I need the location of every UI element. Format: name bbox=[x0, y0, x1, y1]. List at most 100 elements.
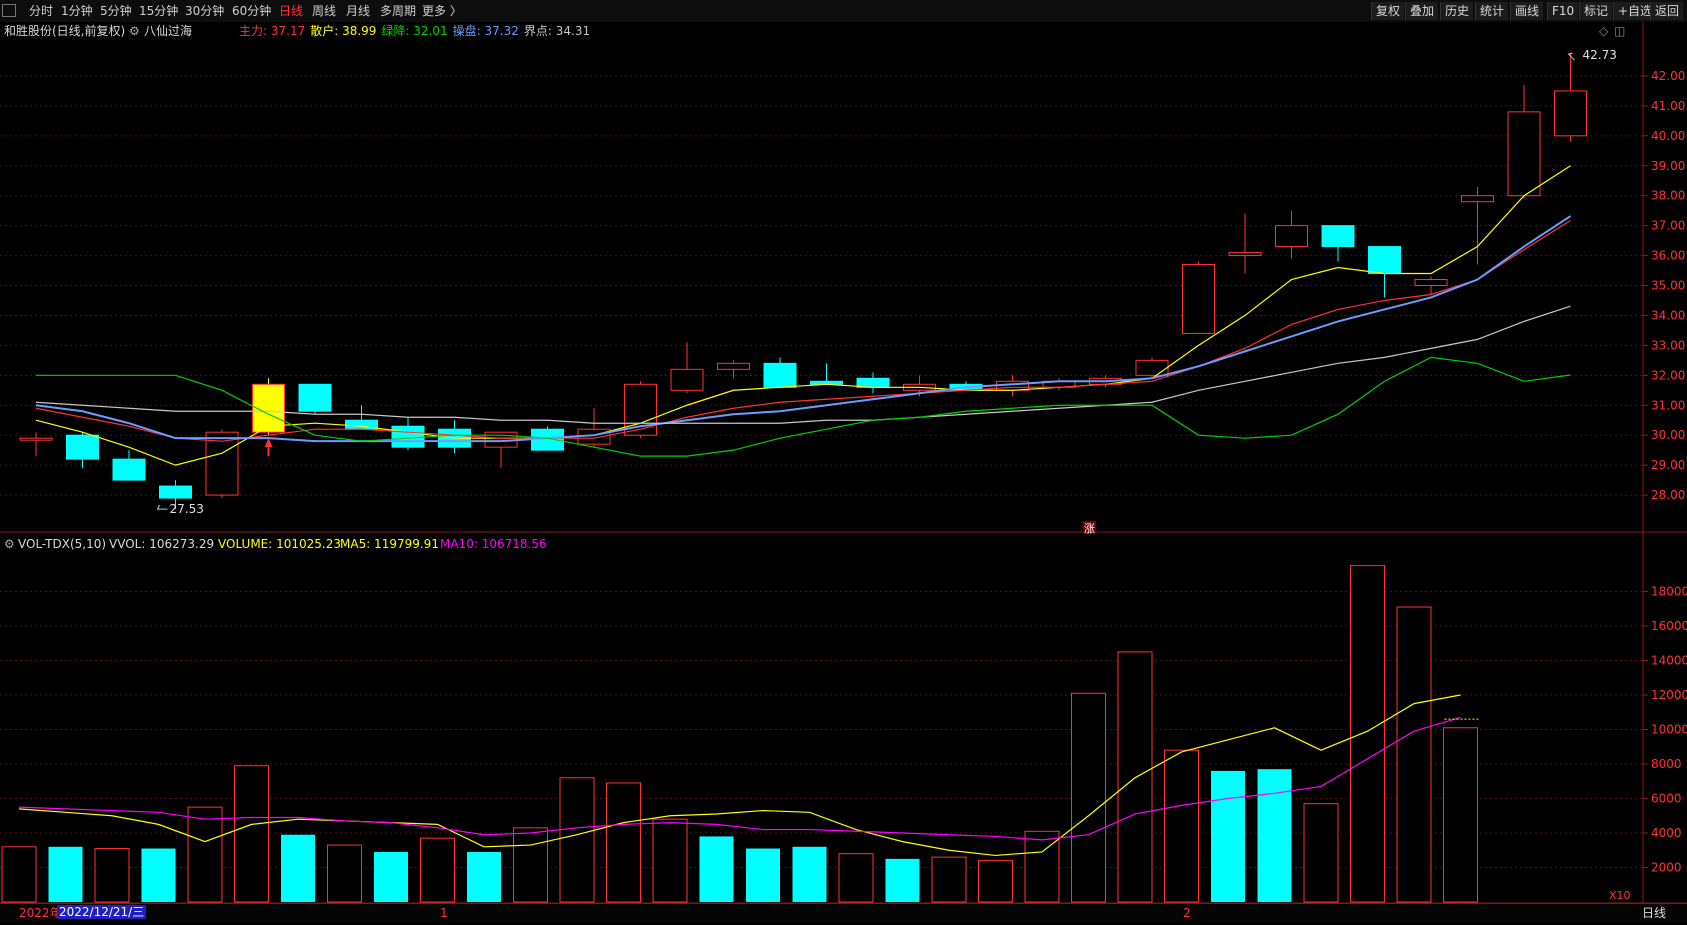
candle bbox=[1275, 210, 1308, 259]
candle-body bbox=[1507, 111, 1541, 197]
candle-body bbox=[1554, 90, 1587, 137]
panel-toggle-icon[interactable]: ◫ bbox=[1614, 24, 1625, 38]
volume-bar bbox=[1164, 749, 1199, 903]
volume-bar bbox=[1024, 830, 1060, 903]
vol-multiplier: X10 bbox=[1609, 889, 1631, 902]
period-tab-2[interactable]: 5分钟 bbox=[100, 3, 132, 19]
candle bbox=[717, 360, 750, 379]
volume-bar bbox=[1211, 770, 1245, 902]
toolbar-button-4[interactable]: 画线 bbox=[1510, 2, 1544, 20]
price-tick-label: 35.00 bbox=[1651, 279, 1685, 293]
vol-tick-label: 6000 bbox=[1651, 792, 1682, 806]
candle bbox=[1182, 261, 1215, 334]
volume-bar bbox=[978, 860, 1013, 903]
window-restore-icon[interactable] bbox=[2, 4, 16, 17]
candle bbox=[1507, 84, 1541, 199]
period-label: 日线 bbox=[1642, 906, 1667, 920]
candle-body bbox=[1321, 225, 1355, 248]
month-label-1: 1 bbox=[440, 906, 448, 920]
date-axis-bar: 2022年 2022/12/21/三 1 2 日线 bbox=[0, 903, 1687, 922]
period-tab-10[interactable]: 更多 〉 bbox=[422, 3, 462, 19]
price-tick-label: 31.00 bbox=[1651, 398, 1685, 412]
volume-bar bbox=[792, 846, 827, 902]
candle-body bbox=[1135, 359, 1169, 376]
price-tick-label: 38.00 bbox=[1651, 189, 1685, 203]
candle-body bbox=[1228, 252, 1262, 257]
year-label: 2022年 bbox=[19, 906, 62, 920]
indicator-value-1: 散户: 38.99 bbox=[310, 24, 377, 38]
vol-tick-label: 12000 bbox=[1651, 688, 1687, 702]
period-tab-4[interactable]: 30分钟 bbox=[185, 3, 224, 19]
vol-settings-gear-icon[interactable]: ⚙ bbox=[4, 537, 15, 551]
period-tab-3[interactable]: 15分钟 bbox=[139, 3, 178, 19]
candle bbox=[1228, 213, 1262, 274]
price-tick-label: 32.00 bbox=[1651, 368, 1685, 382]
period-tab-9[interactable]: 多周期 bbox=[380, 3, 416, 19]
toolbar-button-6[interactable]: 标记 bbox=[1579, 2, 1613, 20]
candle-body bbox=[1182, 264, 1215, 334]
candle bbox=[112, 450, 146, 481]
price-tick-label: 29.00 bbox=[1651, 458, 1685, 472]
volume-bar bbox=[374, 851, 408, 902]
candle-body bbox=[1414, 279, 1448, 287]
candle bbox=[763, 357, 797, 388]
indicator-value-0: 主力: 37.17 bbox=[239, 24, 306, 38]
volume-bar bbox=[931, 856, 967, 903]
volume-bar bbox=[606, 782, 641, 903]
volume-bar bbox=[838, 853, 874, 903]
volume-bar bbox=[513, 827, 548, 903]
settings-gear-icon[interactable]: ⚙ bbox=[129, 24, 140, 38]
candle-body bbox=[670, 368, 704, 391]
volume-bar bbox=[1257, 769, 1292, 902]
period-tab-7[interactable]: 周线 bbox=[312, 3, 336, 19]
period-tab-5[interactable]: 60分钟 bbox=[232, 3, 271, 19]
volume-bar bbox=[187, 806, 223, 903]
toolbar-button-1[interactable]: 叠加 bbox=[1405, 2, 1439, 20]
volume-bar bbox=[234, 765, 269, 903]
candle-body bbox=[391, 425, 425, 448]
candle bbox=[66, 432, 99, 469]
toolbar-button-8[interactable]: 返回 bbox=[1650, 2, 1684, 20]
zhang-marker: 涨 bbox=[1084, 522, 1095, 535]
volume-bar bbox=[1396, 606, 1432, 903]
price-tick-label: 40.00 bbox=[1651, 129, 1685, 143]
indicator-name[interactable]: 八仙过海 bbox=[144, 24, 192, 38]
toolbar-button-2[interactable]: 历史 bbox=[1440, 2, 1474, 20]
vol-indicator-name[interactable]: VOL-TDX(5,10) bbox=[18, 537, 106, 551]
buy-arrow-icon bbox=[264, 438, 273, 448]
price-tick-label: 37.00 bbox=[1651, 219, 1685, 233]
crosshair-date: 2022/12/21/三 bbox=[57, 905, 147, 919]
candle-body bbox=[112, 458, 146, 481]
toolbar-button-5[interactable]: F10 bbox=[1547, 2, 1579, 20]
indicator-value-4: 界点: 34.31 bbox=[523, 24, 591, 38]
indicator-value-3: 操盘: 37.32 bbox=[452, 24, 519, 38]
volume-bar bbox=[327, 844, 362, 903]
volume-bar bbox=[1117, 651, 1153, 903]
period-tab-6[interactable]: 日线 bbox=[279, 3, 303, 19]
volume-bar bbox=[1350, 565, 1385, 903]
candle-body bbox=[1461, 195, 1494, 203]
period-tab-8[interactable]: 月线 bbox=[346, 3, 370, 19]
price-tick-label: 36.00 bbox=[1651, 249, 1685, 263]
volume-bar bbox=[885, 858, 920, 902]
volume-bar bbox=[94, 848, 130, 903]
indicator-values: 主力: 37.17 散户: 38.99 绿降: 32.01 操盘: 37.32 界点: … bbox=[239, 24, 595, 38]
candle bbox=[298, 383, 332, 415]
low-arrow bbox=[156, 504, 168, 510]
diamond-icon[interactable]: ◇ bbox=[1599, 24, 1608, 38]
candle-body bbox=[298, 383, 332, 412]
volume-bar bbox=[1, 846, 37, 903]
price-tick-label: 39.00 bbox=[1651, 159, 1685, 173]
vol-tick-label: 2000 bbox=[1651, 861, 1682, 875]
volume-bar bbox=[420, 837, 455, 903]
volume-bar bbox=[1303, 803, 1339, 903]
toolbar-button-0[interactable]: 复权 bbox=[1371, 2, 1405, 20]
kline-chart[interactable]: 28.00 29.00 30.00 31.00 32.00 33.00 34.00 35.00… bbox=[0, 22, 1687, 925]
price-tick-label: 42.00 bbox=[1651, 69, 1685, 83]
candle-body bbox=[1368, 246, 1401, 275]
candle-body bbox=[1275, 225, 1308, 248]
period-tab-0[interactable]: 分时 bbox=[29, 3, 53, 19]
period-tab-1[interactable]: 1分钟 bbox=[61, 3, 93, 19]
toolbar-button-3[interactable]: 统计 bbox=[1475, 2, 1509, 20]
volume-bar bbox=[467, 851, 501, 902]
